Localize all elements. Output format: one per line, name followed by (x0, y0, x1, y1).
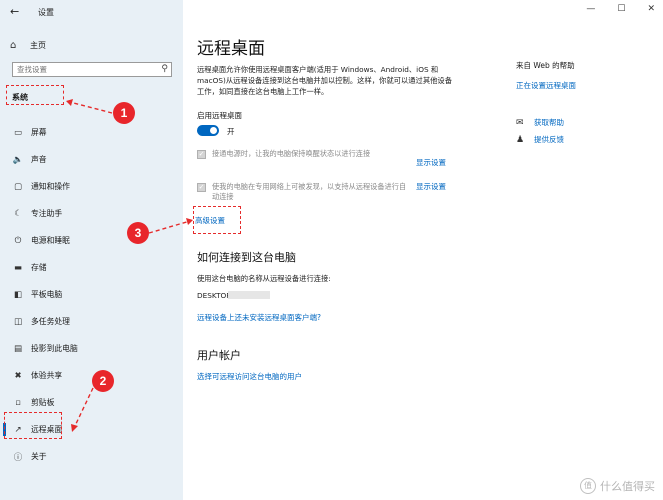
annotation-badge-3: 3 (127, 222, 149, 244)
watermark-logo-icon: 值 (580, 478, 596, 494)
watermark-text: 什么值得买 (600, 480, 655, 493)
annotation-badge-1: 1 (113, 102, 135, 124)
watermark: 值 什么值得买 (580, 478, 655, 494)
annotation-badge-2: 2 (92, 370, 114, 392)
annotation-arrows (65, 99, 193, 432)
